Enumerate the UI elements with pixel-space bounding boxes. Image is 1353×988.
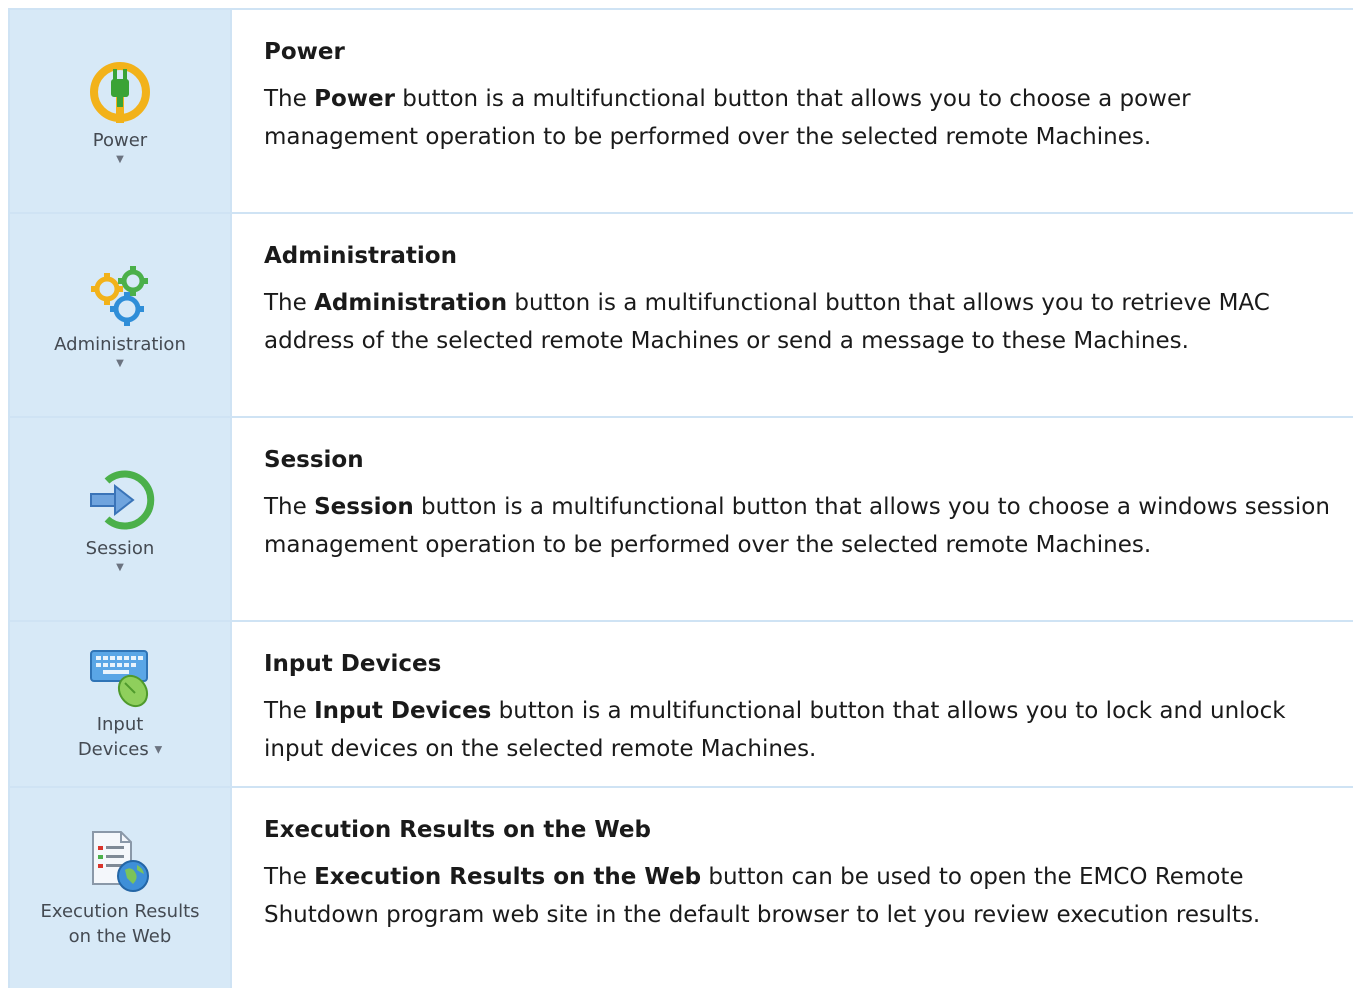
table-row-session: Session ▼ Session The Session button is … [10,418,1353,622]
power-description: The Power button is a multifunctional bu… [264,80,1334,156]
web-report-icon [80,827,160,897]
administration-button[interactable]: Administration ▼ [10,214,232,416]
execution-results-title: Execution Results on the Web [264,817,651,843]
power-plug-icon [80,58,160,126]
input-devices-button[interactable]: Input Devices ▼ [10,622,232,786]
desc-bold: Session [314,494,414,520]
desc-prefix: The [264,698,315,724]
chevron-down-icon: ▼ [116,357,124,369]
table-row-power: Power ▼ Power The Power button is a mult… [10,10,1353,214]
chevron-down-icon: ▼ [116,561,124,573]
session-button-label: Session [85,537,155,559]
session-description: The Session button is a multifunctional … [264,488,1334,564]
execution-results-description: The Execution Results on the Web button … [264,858,1334,934]
desc-prefix: The [264,864,315,890]
session-title: Session [264,447,364,473]
desc-bold: Execution Results on the Web [314,864,702,890]
session-button[interactable]: Session ▼ [10,418,232,620]
label-line-1: Input [96,713,144,735]
label-line-2: Devices ▼ [78,737,162,763]
table-row-administration: Administration ▼ Administration The Admi… [10,214,1353,418]
power-button-label: Power [92,129,148,151]
ribbon-buttons-table: Power ▼ Power The Power button is a mult… [8,8,1353,988]
label-line-2-text: Devices [77,738,149,760]
desc-bold: Input Devices [314,698,492,724]
desc-prefix: The [264,86,315,112]
desc-prefix: The [264,494,315,520]
power-title: Power [264,39,345,65]
input-devices-button-label: Input Devices ▼ [78,712,162,763]
input-devices-description-cell: Input Devices The Input Devices button i… [232,622,1353,786]
input-devices-description: The Input Devices button is a multifunct… [264,692,1334,768]
gears-icon [80,262,160,330]
execution-results-button-label: Execution Results on the Web [40,899,199,949]
chevron-down-icon: ▼ [154,744,163,756]
desc-suffix: button is a multifunctional button that … [264,494,1330,558]
input-devices-title: Input Devices [264,651,442,677]
table-row-execution-results: Execution Results on the Web Execution R… [10,788,1353,988]
power-button[interactable]: Power ▼ [10,10,232,212]
administration-button-label: Administration [54,333,186,355]
label-line-1: Execution Results [40,901,200,922]
desc-prefix: The [264,290,315,316]
administration-title: Administration [264,243,457,269]
execution-results-button[interactable]: Execution Results on the Web [10,788,232,988]
administration-description: The Administration button is a multifunc… [264,284,1334,360]
desc-suffix: button is a multifunctional button that … [264,86,1191,150]
session-description-cell: Session The Session button is a multifun… [232,418,1353,620]
desc-bold: Power [314,86,395,112]
power-description-cell: Power The Power button is a multifunctio… [232,10,1353,212]
desc-bold: Administration [314,290,508,316]
label-line-2: on the Web [68,926,172,947]
table-row-input-devices: Input Devices ▼ Input Devices The Input … [10,622,1353,788]
administration-description-cell: Administration The Administration button… [232,214,1353,416]
execution-results-description-cell: Execution Results on the Web The Executi… [232,788,1353,988]
session-arrow-icon [80,466,160,534]
keyboard-mouse-icon [80,646,160,710]
chevron-down-icon: ▼ [116,153,124,165]
